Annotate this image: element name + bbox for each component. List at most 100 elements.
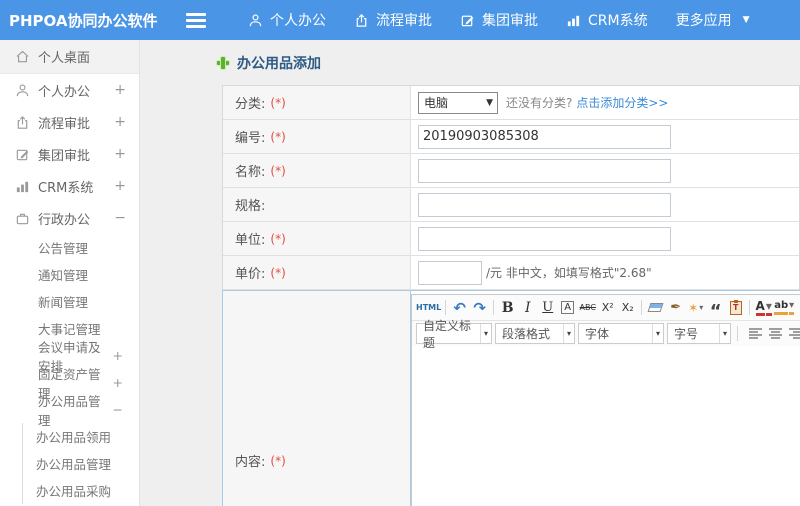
align-right-icon[interactable] [788,327,800,340]
caret-small-icon: ▾ [765,299,772,316]
bar-chart-icon [15,179,30,194]
sidebar-item-personal-office[interactable]: 个人办公 + [0,74,139,106]
sidebar-item-label: 公告管理 [38,241,89,256]
price-input[interactable] [418,260,482,285]
sidebar-item-office-supplies-mgmt[interactable]: 办公用品管理 − [0,394,139,428]
field-label: 规格: [235,199,266,214]
redo-icon[interactable]: ↷ [470,297,489,318]
main-content: 办公用品添加 分类: (*) 电脑 ▼ 还没有分类? 点击添加分类>> 编号: … [140,40,800,506]
alignment-group [748,327,800,340]
highlight-color-button[interactable]: ab ▾ [774,297,795,318]
app-logo: PHPOA协同办公软件 [9,11,158,30]
chevron-down-icon: ▼ [742,15,750,25]
underline-button[interactable]: U [538,297,557,318]
sidebar-item-news-mgmt[interactable]: 新闻管理 [0,288,139,315]
content-label: 内容: (*) [223,291,411,506]
share-icon [15,115,30,130]
topnav-personal-office[interactable]: 个人办公 [234,0,340,40]
bar-chart-icon [566,13,581,28]
expand-icon[interactable]: + [114,146,126,162]
italic-button[interactable]: I [518,297,537,318]
font-family-select[interactable]: 字体 ▾ [578,323,664,344]
home-icon [15,49,30,64]
unit-input[interactable] [418,226,671,251]
sidebar-item-supplies-manage[interactable]: 办公用品管理 [23,450,139,477]
required-mark: (*) [270,163,286,178]
html-source-button[interactable]: HTML [416,297,441,318]
sidebar-item-group-approval[interactable]: 集团审批 + [0,138,139,170]
format-painter-icon[interactable]: ✒ [666,297,685,318]
edit-icon [460,13,475,28]
expand-icon[interactable]: + [113,375,123,390]
collapse-icon[interactable]: − [113,402,123,417]
align-center-icon[interactable] [768,327,783,340]
sidebar-item-admin-office[interactable]: 行政办公 − [0,202,139,234]
select-label: 字号 [674,327,699,341]
eraser-icon[interactable] [646,297,665,318]
topnav-label: 更多应用 [675,13,732,29]
custom-title-select[interactable]: 自定义标题 ▾ [416,319,492,350]
sidebar-item-label: 办公用品管理 [36,457,112,472]
sidebar-item-workflow-approval[interactable]: 流程审批 + [0,106,139,138]
person-icon [15,83,30,98]
editor-toolbar: HTML ↶ ↷ B I U A ABC X² X₂ ✒ ✶ ▾ “ T A ▾… [412,295,800,350]
select-caret-icon: ▼ [486,97,493,108]
sidebar-item-label: 大事记管理 [38,322,101,337]
field-label: 名称: [235,165,266,180]
topnav-crm-system[interactable]: CRM系统 [552,0,662,40]
category-select[interactable]: 电脑 ▼ [418,91,498,114]
sidebar-item-desktop[interactable]: 个人桌面 [0,40,139,74]
required-mark: (*) [270,95,286,110]
paste-clipboard-icon[interactable]: T [726,297,745,318]
select-label: 字体 [585,327,610,341]
autoformat-wand-icon[interactable]: ✶ ▾ [686,297,705,318]
expand-icon[interactable]: + [113,348,123,363]
superscript-button[interactable]: X² [598,297,617,318]
font-color-glyph: A [755,299,765,316]
expand-icon[interactable]: + [114,114,126,130]
form-row-code: 编号: (*) [223,120,799,154]
rich-text-editor: HTML ↶ ↷ B I U A ABC X² X₂ ✒ ✶ ▾ “ T A ▾… [411,294,800,506]
align-left-icon[interactable] [748,327,763,340]
spec-input[interactable] [418,192,671,217]
expand-icon[interactable]: + [114,178,126,194]
sidebar-item-supplies-claim[interactable]: 办公用品领用 [23,423,139,450]
expand-icon[interactable]: + [114,82,126,98]
code-input[interactable] [418,124,671,149]
price-label: 单价: (*) [223,256,411,289]
strikethrough-button[interactable]: ABC [578,297,597,318]
topnav-group-approval[interactable]: 集团审批 [446,0,552,40]
topnav-workflow-approval[interactable]: 流程审批 [340,0,446,40]
font-color-button[interactable]: A ▾ [754,297,773,318]
collapse-icon[interactable]: − [114,210,126,226]
topnav-more-apps[interactable]: 更多应用 ▼ [662,0,764,40]
subscript-button[interactable]: X₂ [618,297,637,318]
menu-toggle-icon[interactable] [186,0,216,40]
blockquote-icon[interactable]: “ [706,297,725,320]
add-category-link[interactable]: 点击添加分类>> [576,94,668,111]
editor-content-area[interactable] [412,346,800,506]
paragraph-format-select[interactable]: 段落格式 ▾ [495,323,575,344]
bold-button[interactable]: B [498,297,517,318]
font-border-button[interactable]: A [558,297,577,318]
undo-icon[interactable]: ↶ [450,297,469,318]
sidebar-item-label: 个人桌面 [38,51,91,66]
sidebar-item-announcement-mgmt[interactable]: 公告管理 [0,234,139,261]
briefcase-icon [15,211,30,226]
top-navigation: 个人办公 流程审批 集团审批 CRM系统 更多应用 ▼ [234,0,764,40]
sidebar-item-crm-system[interactable]: CRM系统 + [0,170,139,202]
highlight-glyph: ab [774,300,789,315]
font-border-glyph: A [561,301,575,314]
toolbar-separator [749,300,751,315]
sidebar-item-notice-mgmt[interactable]: 通知管理 [0,261,139,288]
form-row-name: 名称: (*) [223,154,799,188]
name-input[interactable] [418,158,671,183]
font-size-select[interactable]: 字号 ▾ [667,323,731,344]
sidebar-item-supplies-purchase[interactable]: 办公用品采购 [23,477,139,504]
supply-add-form: 分类: (*) 电脑 ▼ 还没有分类? 点击添加分类>> 编号: (*) 201… [222,85,800,506]
form-row-spec: 规格: [223,188,799,222]
code-label: 编号: (*) [223,120,411,153]
admin-office-submenu: 公告管理 通知管理 新闻管理 大事记管理 会议申请及安排 + 固定资产管理 + 办公… [0,234,139,428]
share-icon [354,13,369,28]
person-icon [248,13,263,28]
